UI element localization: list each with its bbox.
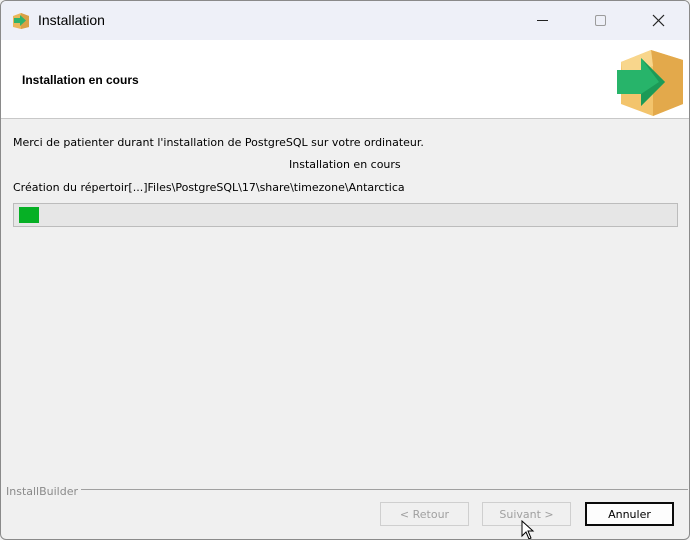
brand-label: InstallBuilder — [6, 485, 79, 498]
page-title: Installation en cours — [22, 73, 139, 87]
info-message: Merci de patienter durant l'installation… — [13, 136, 424, 149]
app-icon — [13, 13, 29, 29]
close-button[interactable] — [629, 1, 687, 40]
progress-bar — [13, 203, 678, 227]
progress-bar-fill — [19, 207, 39, 223]
maximize-button[interactable] — [571, 1, 629, 40]
window-title: Installation — [38, 12, 105, 28]
close-icon — [652, 14, 665, 27]
maximize-icon — [595, 15, 606, 26]
mouse-cursor-icon — [521, 520, 535, 539]
cancel-button[interactable]: Annuler — [585, 502, 674, 526]
current-path-text: Création du répertoir[...]Files\PostgreS… — [13, 181, 405, 194]
installer-window: Installation Installation en cours Merci… — [0, 0, 690, 540]
footer-divider — [81, 489, 688, 490]
minimize-icon — [537, 20, 548, 21]
back-button[interactable]: < Retour — [380, 502, 469, 526]
minimize-button[interactable] — [513, 1, 571, 40]
status-text: Installation en cours — [289, 158, 401, 171]
title-bar[interactable]: Installation — [1, 1, 689, 40]
install-box-arrow-icon — [617, 50, 683, 116]
wizard-header: Installation en cours — [1, 40, 689, 119]
